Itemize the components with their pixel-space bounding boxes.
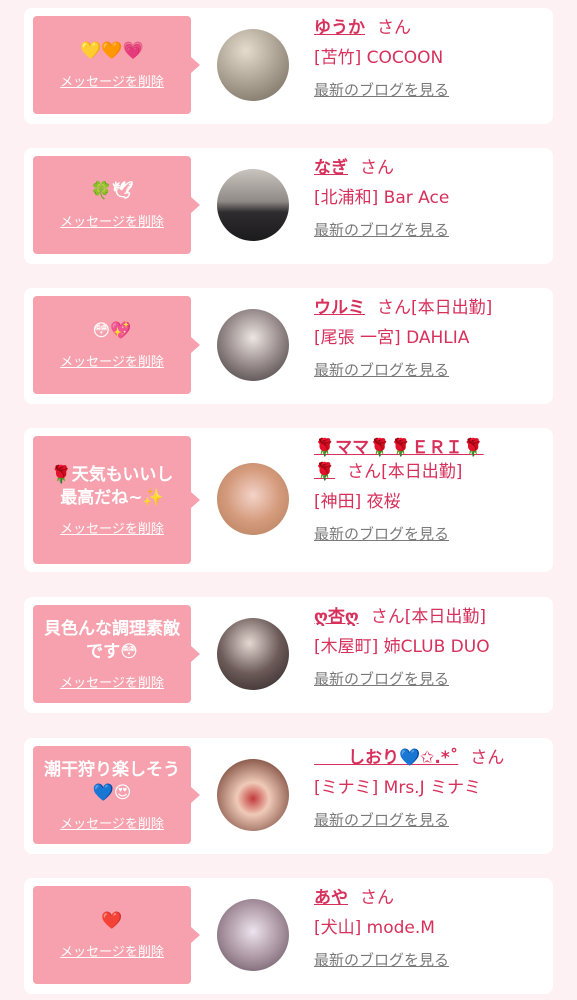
- message-text: 貝色んな調理素敵 です😳: [44, 618, 180, 662]
- honorific: さん: [360, 158, 394, 178]
- girl-name-link[interactable]: ゆうか: [314, 18, 365, 38]
- delete-message-link[interactable]: メッセージを削除: [60, 518, 164, 537]
- message-bubble: 😳💖 メッセージを削除: [33, 296, 200, 394]
- message-bubble: 潮干狩り楽しそう 💙😍 メッセージを削除: [33, 746, 200, 844]
- latest-blog-link[interactable]: 最新のブログを見る: [314, 219, 449, 240]
- message-bubble: 💛🧡💗 メッセージを削除: [33, 16, 200, 114]
- message-text: 🌹天気もいいし 最高だね~✨: [50, 464, 174, 508]
- work-status: [本日出勤]: [411, 298, 493, 318]
- message-text: 😳💖: [92, 321, 132, 341]
- latest-blog-link[interactable]: 最新のブログを見る: [314, 809, 449, 830]
- honorific: さん: [360, 888, 394, 908]
- shop-name: [北浦和] Bar Ace: [314, 188, 450, 208]
- shop-name: [ミナミ] Mrs.J ミナミ: [314, 778, 482, 798]
- latest-blog-link[interactable]: 最新のブログを見る: [314, 79, 449, 100]
- latest-blog-link[interactable]: 最新のブログを見る: [314, 359, 449, 380]
- avatar[interactable]: [217, 29, 289, 101]
- girl-name-link[interactable]: あや: [314, 888, 348, 908]
- honorific: さん: [347, 462, 382, 482]
- message-text: 潮干狩り楽しそう 💙😍: [44, 759, 180, 803]
- delete-message-link[interactable]: メッセージを削除: [60, 71, 164, 90]
- message-text: 💛🧡💗: [80, 41, 144, 61]
- list-item: 😳💖 メッセージを削除 ウルミ さん[本日出勤] [尾張 一宮] DAHLIA 最…: [24, 288, 553, 404]
- list-item: 💛🧡💗 メッセージを削除 ゆうか さん [苫竹] COCOON 最新のブログを見る: [24, 8, 553, 124]
- girl-name-link[interactable]: なぎ: [314, 158, 348, 178]
- message-list: 💛🧡💗 メッセージを削除 ゆうか さん [苫竹] COCOON 最新のブログを見る…: [0, 0, 577, 1000]
- girl-name-link[interactable]: しおり💙✩.*˚: [314, 748, 458, 768]
- work-status: [本日出勤]: [381, 462, 463, 482]
- message-text: 🍀🕊: [90, 181, 134, 201]
- message-bubble: ❤️ メッセージを削除: [33, 886, 200, 984]
- list-item: ❤️ メッセージを削除 あや さん [犬山] mode.M 最新のブログを見る: [24, 878, 553, 994]
- avatar[interactable]: [217, 899, 289, 971]
- latest-blog-link[interactable]: 最新のブログを見る: [314, 949, 449, 970]
- latest-blog-link[interactable]: 最新のブログを見る: [314, 523, 449, 544]
- message-bubble: 貝色んな調理素敵 です😳 メッセージを削除: [33, 605, 200, 703]
- avatar[interactable]: [217, 759, 289, 831]
- shop-name: [犬山] mode.M: [314, 918, 435, 938]
- shop-name: [木屋町] 姉CLUB DUO: [314, 637, 490, 657]
- delete-message-link[interactable]: メッセージを削除: [60, 941, 164, 960]
- girl-name-link[interactable]: ウルミ: [314, 298, 365, 318]
- list-item: 🌹天気もいいし 最高だね~✨ メッセージを削除 🌹ママ🌹🌹ＥＲＩ🌹 🌹 さん[本日…: [24, 428, 553, 572]
- avatar[interactable]: [217, 169, 289, 241]
- delete-message-link[interactable]: メッセージを削除: [60, 211, 164, 230]
- list-item: 🍀🕊 メッセージを削除 なぎ さん [北浦和] Bar Ace 最新のブログを見る: [24, 148, 553, 264]
- honorific: さん: [377, 298, 411, 318]
- list-item: 潮干狩り楽しそう 💙😍 メッセージを削除 しおり💙✩.*˚ さん [ミナミ] Mr…: [24, 738, 553, 854]
- shop-name: [尾張 一宮] DAHLIA: [314, 328, 470, 348]
- honorific: さん: [370, 607, 405, 627]
- latest-blog-link[interactable]: 最新のブログを見る: [314, 668, 449, 689]
- list-item: 貝色んな調理素敵 です😳 メッセージを削除 ღ杏ღ さん[本日出勤] [木屋町] …: [24, 597, 553, 713]
- avatar[interactable]: [217, 618, 289, 690]
- honorific: さん: [377, 18, 411, 38]
- work-status: [本日出勤]: [404, 607, 486, 627]
- delete-message-link[interactable]: メッセージを削除: [60, 813, 164, 832]
- girl-name-link[interactable]: ღ杏ღ: [314, 607, 359, 627]
- message-text: ❤️: [101, 911, 123, 931]
- delete-message-link[interactable]: メッセージを削除: [60, 351, 164, 370]
- message-bubble: 🌹天気もいいし 最高だね~✨ メッセージを削除: [33, 436, 200, 564]
- avatar[interactable]: [217, 309, 289, 381]
- shop-name: [神田] 夜桜: [314, 492, 401, 512]
- shop-name: [苫竹] COCOON: [314, 48, 444, 68]
- avatar[interactable]: [217, 463, 289, 535]
- message-bubble: 🍀🕊 メッセージを削除: [33, 156, 200, 254]
- delete-message-link[interactable]: メッセージを削除: [60, 672, 164, 691]
- honorific: さん: [470, 748, 505, 768]
